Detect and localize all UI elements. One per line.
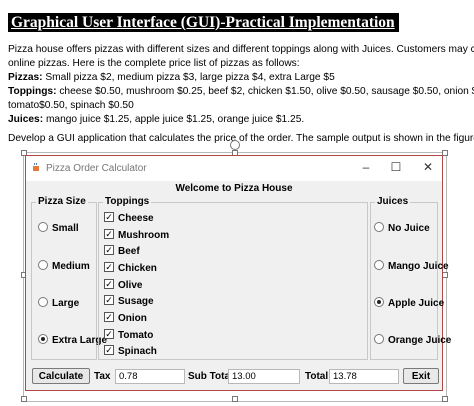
checkbox-label: Cheese — [118, 213, 154, 224]
juices-text: mango juice $1.25, apple juice $1.25, or… — [43, 114, 305, 125]
topping-mushroom-checkbox[interactable]: ✓ Mushroom — [104, 229, 170, 241]
pizzas-text: Small pizza $2, medium pizza $3, large p… — [42, 72, 335, 83]
topping-cheese-checkbox[interactable]: ✓ Cheese — [104, 212, 154, 224]
radio-label: Large — [52, 298, 80, 309]
window-titlebar: Pizza Order Calculator – ☐ ✕ — [26, 156, 442, 181]
radio-icon — [38, 334, 48, 345]
juice-orange-radio[interactable]: Orange Juice — [374, 334, 452, 346]
checkbox-label: Tomato — [118, 330, 154, 341]
close-button[interactable]: ✕ — [418, 160, 438, 174]
toppings-title: Toppings — [103, 196, 152, 207]
radio-icon — [374, 297, 384, 308]
window-title: Pizza Order Calculator — [46, 163, 147, 174]
radio-icon — [374, 222, 384, 233]
checkbox-label: Olive — [118, 280, 143, 291]
intro-line-1: Pizza house offers pizzas with different… — [8, 44, 474, 55]
checkbox-label: Beef — [118, 246, 140, 257]
toppings-panel: Toppings ✓ Cheese ✓ Mushroom ✓ Beef ✓ Chicke… — [98, 196, 368, 360]
resize-handle[interactable] — [21, 396, 27, 402]
pizza-size-extra-large-radio[interactable]: Extra Large — [38, 334, 107, 346]
checkbox-label: Onion — [118, 313, 147, 324]
minimize-button[interactable]: – — [356, 160, 376, 174]
checkmark-icon: ✓ — [104, 279, 114, 290]
pizza-size-large-radio[interactable]: Large — [38, 297, 80, 309]
toppings-text: cheese $0.50, mushroom $0.25, beef $2, c… — [56, 86, 474, 97]
radio-label: Apple Juice — [388, 298, 445, 309]
maximize-button[interactable]: ☐ — [386, 160, 406, 174]
subtotal-label: Sub Total — [188, 371, 233, 382]
pizza-price-line: Pizzas: Small pizza $2, medium pizza $3,… — [8, 71, 474, 85]
radio-icon — [374, 334, 384, 345]
checkmark-icon: ✓ — [104, 262, 114, 273]
total-field[interactable]: 13.78 — [329, 369, 399, 384]
checkbox-label: Chicken — [118, 263, 157, 274]
radio-icon — [38, 260, 48, 271]
subtotal-field[interactable]: 13.00 — [228, 369, 300, 384]
checkbox-label: Spinach — [118, 346, 157, 357]
rotate-handle[interactable] — [230, 140, 240, 150]
checkbox-label: Mushroom — [118, 230, 170, 241]
juices-price-line: Juices: mango juice $1.25, apple juice $… — [8, 113, 474, 127]
topping-onion-checkbox[interactable]: ✓ Onion — [104, 312, 147, 324]
toppings-label: Toppings: — [8, 86, 57, 97]
calculate-button[interactable]: Calculate — [32, 368, 90, 384]
juices-panel: Juices No Juice Mango Juice Apple Juice … — [370, 196, 451, 360]
pizza-size-title: Pizza Size — [36, 196, 88, 207]
pizza-size-small-radio[interactable]: Small — [38, 222, 79, 234]
juices-label: Juices: — [8, 114, 44, 125]
checkmark-icon: ✓ — [104, 212, 114, 223]
topping-tomato-checkbox[interactable]: ✓ Tomato — [104, 329, 154, 341]
juice-apple-radio[interactable]: Apple Juice — [374, 297, 445, 309]
tax-field[interactable]: 0.78 — [115, 369, 185, 384]
radio-icon — [38, 222, 48, 233]
juice-mango-radio[interactable]: Mango Juice — [374, 260, 449, 272]
topping-chicken-checkbox[interactable]: ✓ Chicken — [104, 262, 157, 274]
java-cup-icon — [33, 163, 39, 171]
intro-line-2: online pizzas. Here is the complete pric… — [8, 58, 300, 69]
pizzas-label: Pizzas: — [8, 72, 43, 83]
topping-susage-checkbox[interactable]: ✓ Susage — [104, 295, 154, 307]
radio-label: Mango Juice — [388, 261, 449, 272]
radio-label: No Juice — [388, 223, 430, 234]
topping-spinach-checkbox[interactable]: ✓ Spinach — [104, 345, 157, 357]
resize-handle[interactable] — [442, 396, 448, 402]
checkmark-icon: ✓ — [104, 329, 114, 340]
checkmark-icon: ✓ — [104, 295, 114, 306]
pizza-size-panel: Pizza Size Small Medium Large Extra Larg… — [31, 196, 107, 360]
checkmark-icon: ✓ — [104, 312, 114, 323]
juice-none-radio[interactable]: No Juice — [374, 222, 430, 234]
document-title: Graphical User Interface (GUI)-Practical… — [8, 13, 399, 32]
pizza-order-window: Pizza Order Calculator – ☐ ✕ Welcome to … — [25, 155, 451, 391]
topping-beef-checkbox[interactable]: ✓ Beef — [104, 245, 140, 257]
radio-label: Medium — [52, 261, 90, 272]
topping-olive-checkbox[interactable]: ✓ Olive — [104, 279, 143, 291]
tax-label: Tax — [94, 371, 111, 382]
juices-title: Juices — [375, 196, 411, 207]
toppings-price-line: Toppings: cheese $0.50, mushroom $0.25, … — [8, 85, 474, 99]
checkmark-icon: ✓ — [104, 345, 114, 356]
checkmark-icon: ✓ — [104, 229, 114, 240]
document-description: Pizza house offers pizzas with different… — [8, 43, 474, 127]
radio-label: Small — [52, 223, 79, 234]
task-statement: Develop a GUI application that calculate… — [8, 133, 474, 144]
welcome-heading: Welcome to Pizza House — [175, 183, 293, 194]
pizza-size-medium-radio[interactable]: Medium — [38, 260, 90, 272]
radio-icon — [374, 260, 384, 271]
radio-icon — [38, 297, 48, 308]
checkbox-label: Susage — [118, 296, 154, 307]
exit-button[interactable]: Exit — [403, 368, 439, 384]
total-label: Total — [305, 371, 329, 382]
toppings-price-line-2: tomato$0.50, spinach $0.50 — [8, 100, 134, 111]
resize-handle[interactable] — [232, 396, 238, 402]
checkmark-icon: ✓ — [104, 245, 114, 256]
radio-label: Orange Juice — [388, 335, 452, 346]
